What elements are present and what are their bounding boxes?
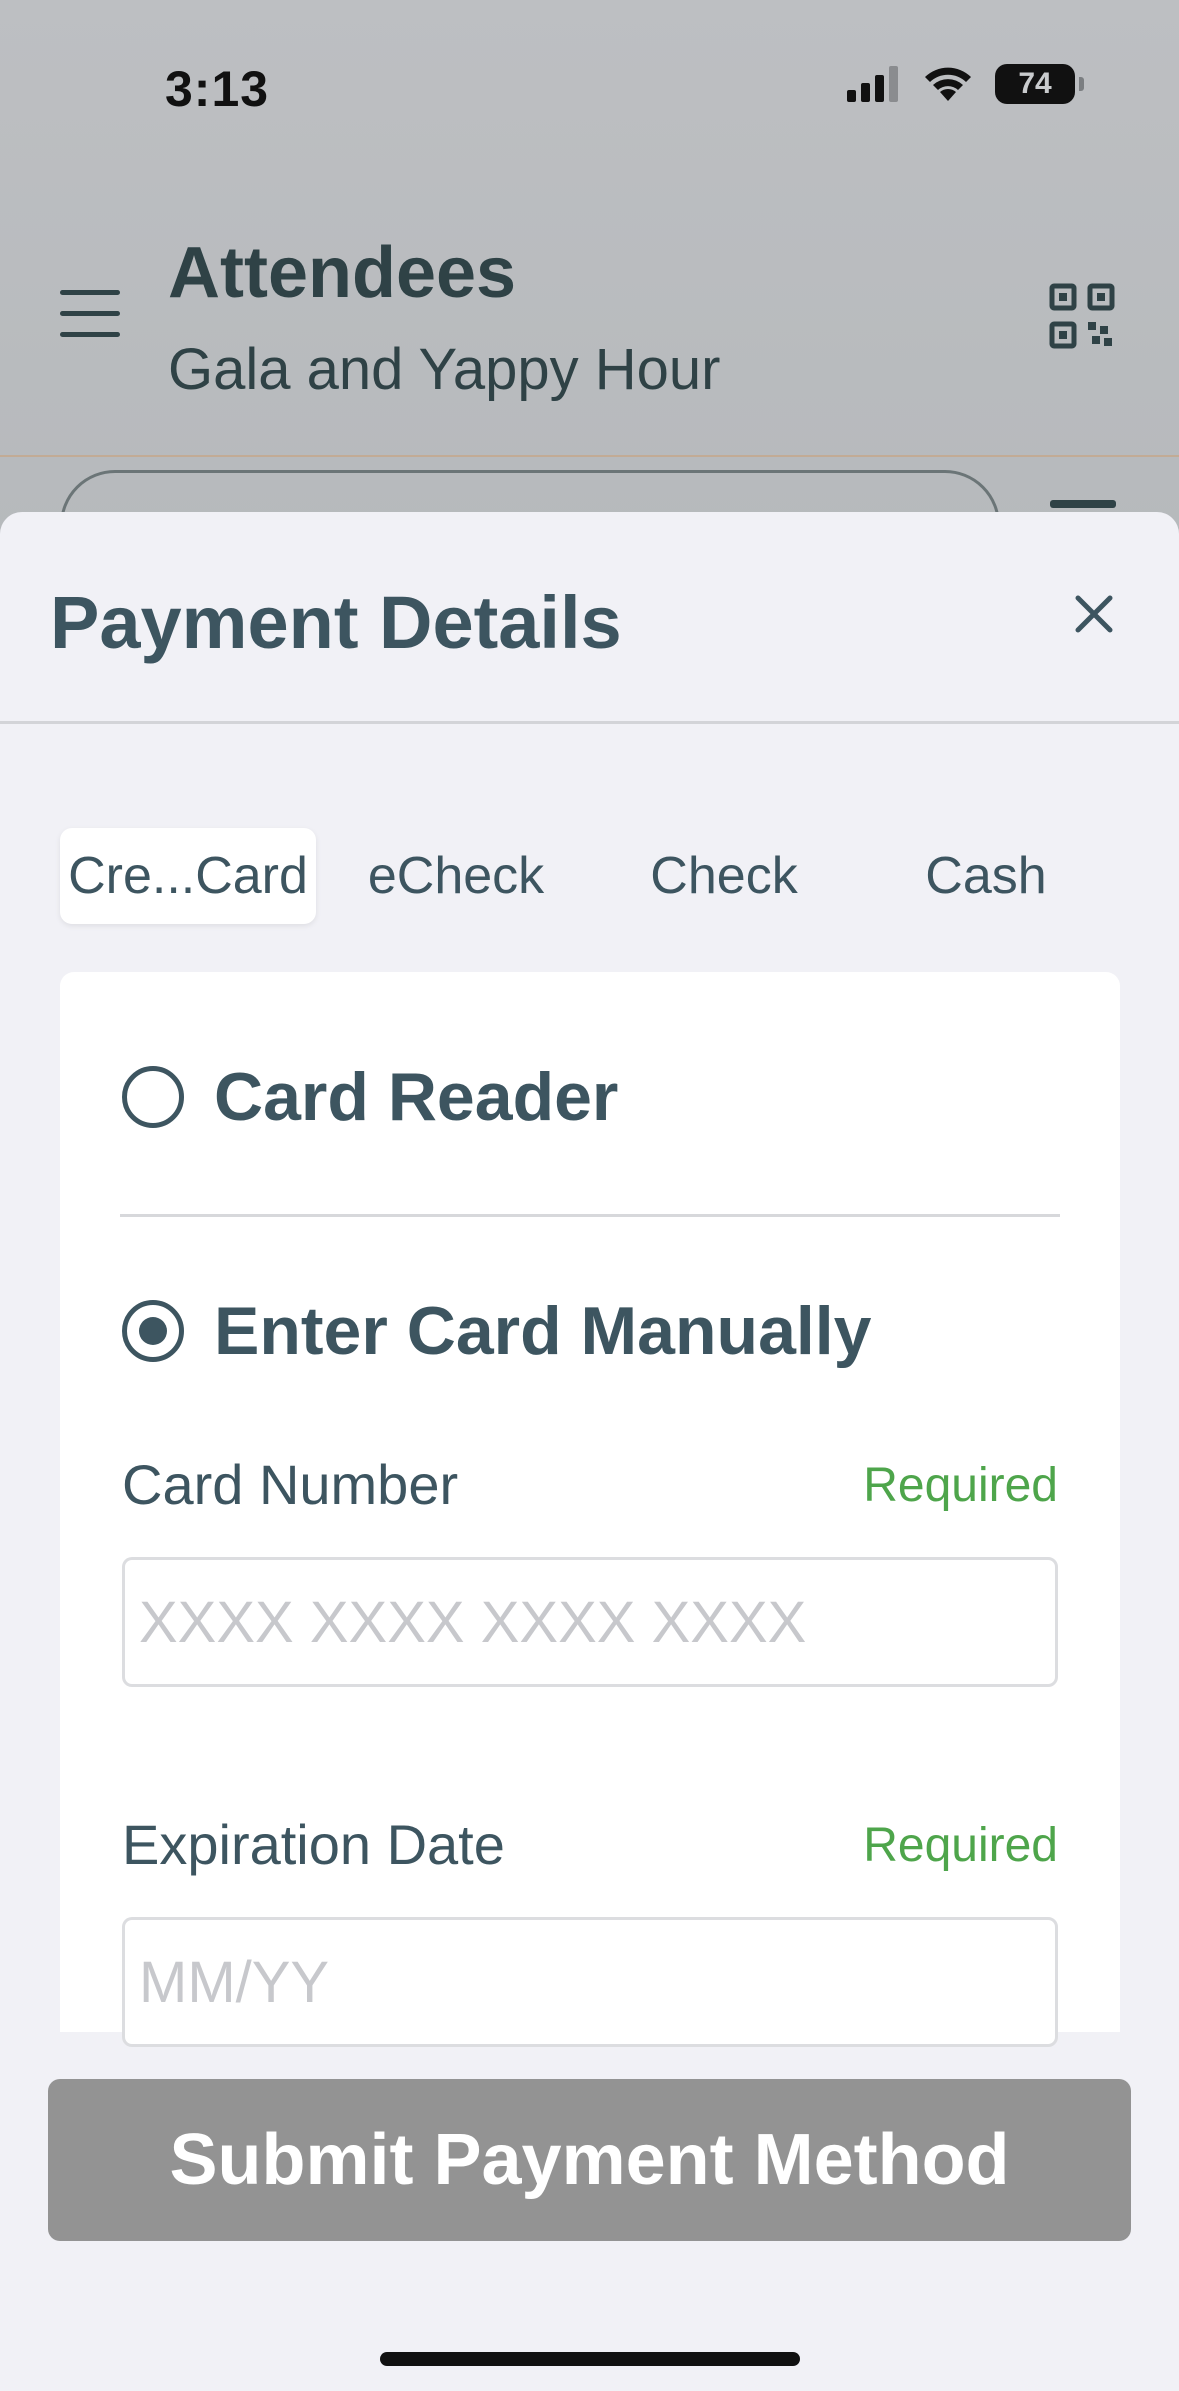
home-indicator: [380, 2352, 800, 2366]
card-number-required: Required: [863, 1459, 1058, 1512]
payment-method-tabs: Cre...Card eCheck Check Cash: [60, 828, 1120, 924]
expiration-date-required: Required: [863, 1819, 1058, 1872]
payment-details-sheet: Payment Details Cre...Card eCheck Check …: [0, 512, 1179, 2391]
options-divider: [120, 1214, 1060, 1217]
sheet-title: Payment Details: [50, 581, 622, 664]
tab-check[interactable]: Check: [596, 828, 852, 924]
card-number-input[interactable]: [122, 1557, 1058, 1687]
expiration-date-input[interactable]: [122, 1917, 1058, 2047]
wifi-icon: [925, 67, 971, 101]
signal-icon: [847, 66, 898, 102]
status-icons: 74: [847, 64, 1084, 104]
page-subtitle: Gala and Yappy Hour: [168, 337, 721, 402]
enter-card-manually-option[interactable]: Enter Card Manually: [122, 1292, 872, 1370]
background-filter-icon: [1050, 500, 1116, 508]
tab-cash[interactable]: Cash: [852, 828, 1120, 924]
card-reader-option[interactable]: Card Reader: [122, 1058, 618, 1136]
enter-card-manually-label: Enter Card Manually: [214, 1293, 872, 1369]
payment-form-card: Card Reader Enter Card Manually Card Num…: [60, 972, 1120, 2047]
enter-card-manually-radio[interactable]: [122, 1300, 184, 1362]
card-reader-label: Card Reader: [214, 1059, 619, 1135]
status-time: 3:13: [165, 61, 270, 117]
tab-echeck[interactable]: eCheck: [316, 828, 596, 924]
close-button[interactable]: [1058, 578, 1130, 650]
submit-payment-method-button[interactable]: Submit Payment Method: [48, 2079, 1131, 2241]
card-reader-radio[interactable]: [122, 1066, 184, 1128]
page-title: Attendees: [168, 233, 517, 313]
sheet-header: Payment Details: [0, 512, 1179, 724]
background-screen: 3:13 74 Attendees Gala and Yappy Hour: [0, 0, 1179, 580]
card-number-label: Card Number: [122, 1453, 459, 1516]
qr-code-icon[interactable]: [1048, 282, 1116, 350]
close-icon: [1075, 595, 1113, 633]
header-divider: [0, 455, 1179, 457]
expiration-date-label: Expiration Date: [122, 1813, 505, 1876]
hamburger-menu-icon[interactable]: [60, 290, 120, 338]
battery-icon: 74: [995, 64, 1084, 104]
tab-credit-card[interactable]: Cre...Card: [60, 828, 316, 924]
